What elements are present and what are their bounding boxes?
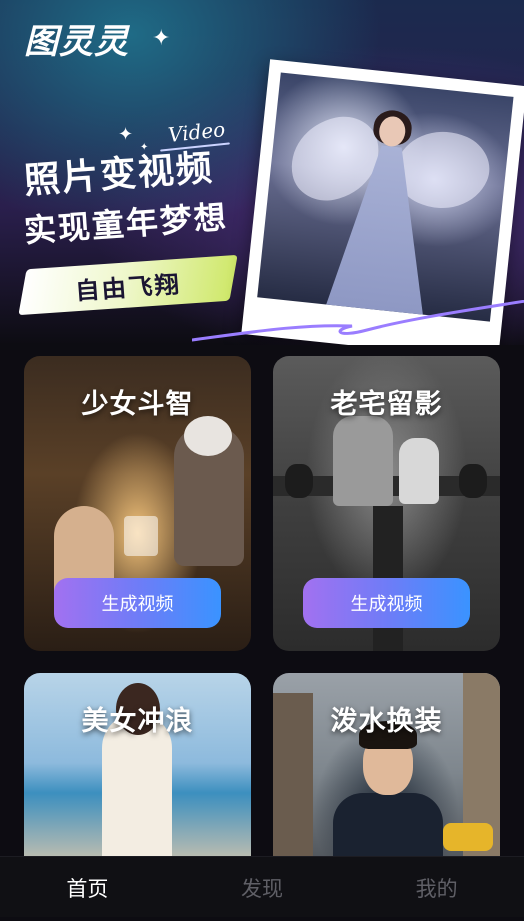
generate-video-button[interactable]: 生成视频: [303, 578, 470, 628]
clay-jar: [459, 464, 487, 498]
card-title: 泼水换装: [330, 706, 443, 737]
nav-profile[interactable]: 我的: [349, 857, 524, 917]
card-title: 老宅留影: [330, 389, 443, 420]
taxi: [443, 823, 493, 851]
nav-home[interactable]: 首页: [0, 857, 175, 917]
template-card-outfit-change[interactable]: 泼水换装: [273, 673, 500, 873]
sparkle-icon: ✦: [118, 124, 134, 145]
template-card-girl-wits[interactable]: 少女斗智 生成视频: [24, 356, 251, 651]
scientist-hair: [184, 416, 232, 456]
decorative-swoosh: [192, 300, 524, 342]
clay-jar: [285, 464, 313, 498]
card-title: 美女冲浪: [81, 706, 194, 737]
template-card-old-house[interactable]: 老宅留影 生成视频: [273, 356, 500, 651]
card-title: 少女斗智: [81, 389, 194, 420]
nav-discover[interactable]: 发现: [175, 857, 350, 917]
hero-tag-label: 自由飞翔: [74, 270, 183, 305]
template-card-surfing[interactable]: 美女冲浪: [24, 673, 251, 873]
hero-banner[interactable]: 图灵灵 ✦ ✦ ✦ Video 照片变视频 实现童年梦想 自由飞翔: [0, 0, 524, 345]
grandpa-figure: [333, 416, 393, 506]
sparkle-icon: ✦: [152, 26, 171, 51]
child-figure: [399, 438, 439, 504]
beaker: [124, 516, 158, 556]
generate-video-button[interactable]: 生成视频: [54, 578, 221, 628]
app-logo: 图灵灵: [24, 22, 129, 62]
fairy-photo: [257, 72, 514, 322]
bottom-navigation: 首页 发现 我的: [0, 856, 524, 917]
